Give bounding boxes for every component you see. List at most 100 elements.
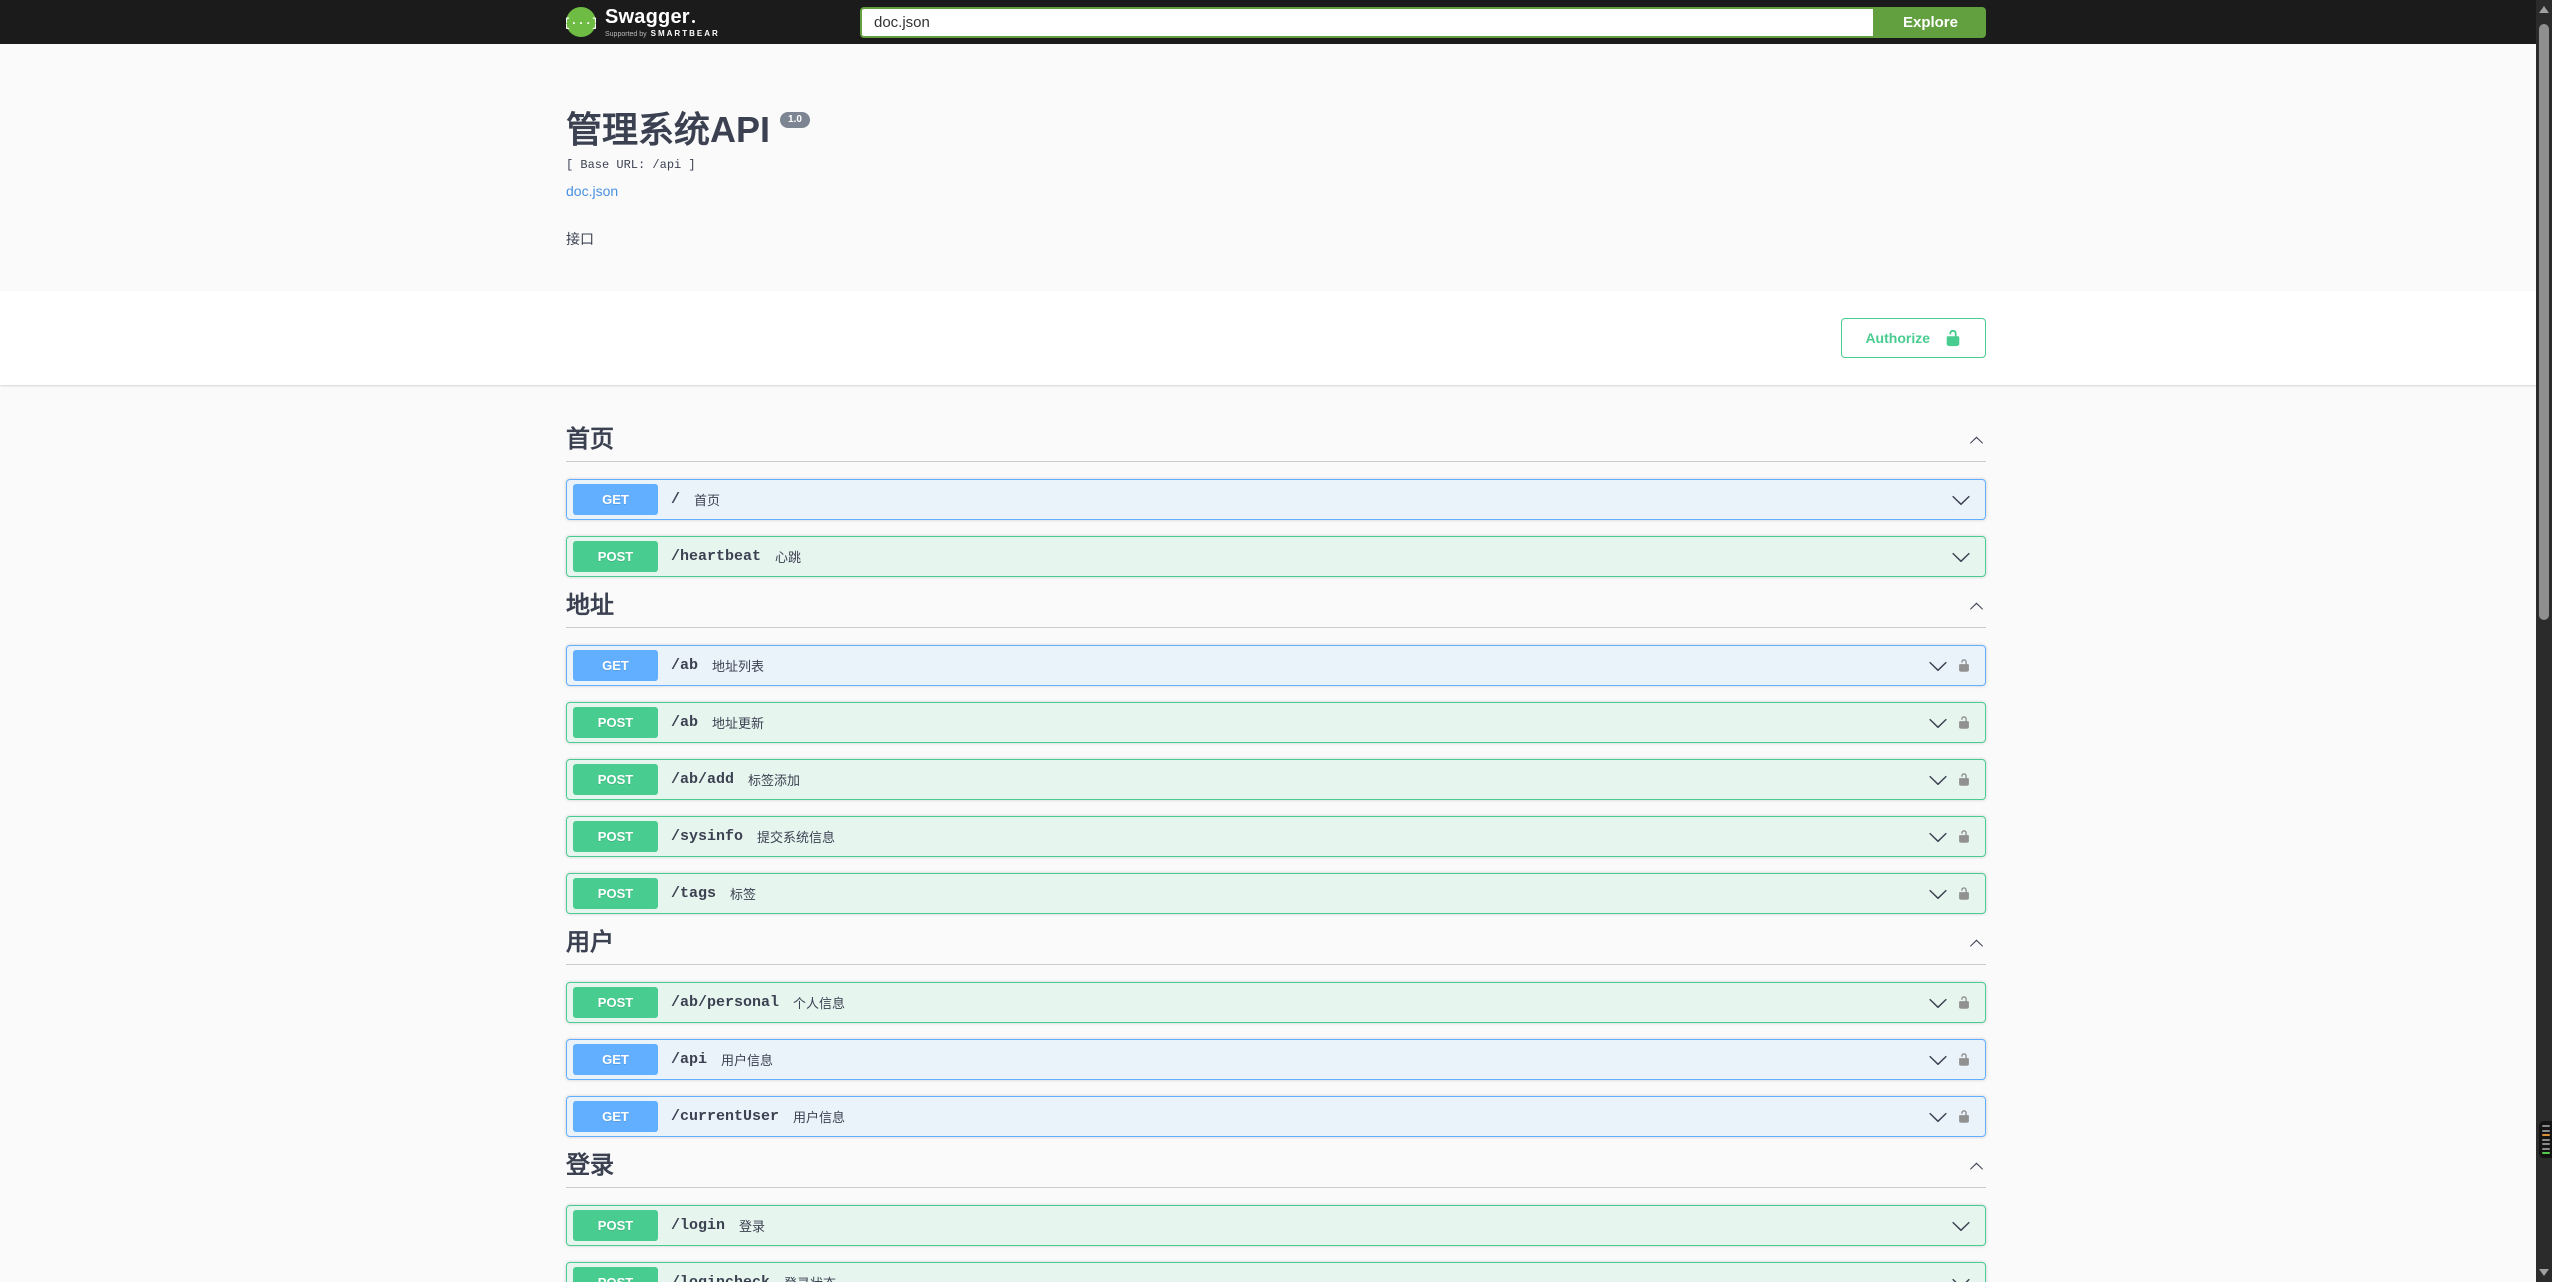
expand-operation-button[interactable] <box>1951 1273 1971 1282</box>
operation-row[interactable]: POST /ab/add 标签添加 <box>566 759 1986 801</box>
chevron-down-icon <box>1929 661 1947 671</box>
op-summary: 地址更新 <box>712 716 765 732</box>
chevron-up-icon <box>1970 602 1983 610</box>
operation-auth-button[interactable] <box>1957 885 1971 902</box>
chevron-down-icon <box>1952 1278 1970 1282</box>
operation-row[interactable]: POST /ab 地址更新 <box>566 702 1986 744</box>
op-path: /tags <box>671 885 717 903</box>
swagger-logo[interactable]: {···} Swagger Supported bySMARTBEAR <box>566 7 720 38</box>
chevron-down-icon <box>1952 495 1970 505</box>
operation-auth-button[interactable] <box>1957 714 1971 731</box>
operation-auth-button[interactable] <box>1957 771 1971 788</box>
section-header[interactable]: 登录 <box>566 1153 1986 1189</box>
method-badge: GET <box>573 484 658 516</box>
collapse-section-button[interactable] <box>1967 431 1986 450</box>
base-url: [ Base URL: /api ] <box>566 158 696 173</box>
section-operations: GET /ab 地址列表 POST /ab 地址更新 POST /ab/add … <box>566 645 1986 915</box>
operation-row[interactable]: GET / 首页 <box>566 479 1986 521</box>
expand-operation-button[interactable] <box>1928 1107 1948 1127</box>
section-operations: GET / 首页 POST /heartbeat 心跳 <box>566 479 1986 578</box>
page-title: 管理系统API 1.0 <box>566 108 1986 151</box>
unlock-icon <box>1959 887 1969 900</box>
expand-operation-button[interactable] <box>1928 656 1948 676</box>
section-header[interactable]: 地址 <box>566 592 1986 629</box>
svg-text:{···}: {···} <box>566 17 596 31</box>
op-path: / <box>671 491 681 509</box>
operation-row[interactable]: POST /logincheck 登录状态 <box>566 1262 1986 1282</box>
logo-title: Swagger <box>605 7 720 27</box>
collapse-section-button[interactable] <box>1967 1157 1986 1176</box>
tag-section: 用户 POST /ab/personal 个人信息 GET /api 用户信息 … <box>566 929 1986 1138</box>
operation-row[interactable]: POST /login 登录 <box>566 1205 1986 1247</box>
op-path: /sysinfo <box>671 828 744 846</box>
explore-button[interactable]: Explore <box>1874 6 1986 38</box>
expand-operation-button[interactable] <box>1951 490 1971 510</box>
doc-json-link[interactable]: doc.json <box>566 183 618 199</box>
operation-row[interactable]: POST /ab/personal 个人信息 <box>566 982 1986 1024</box>
section-header[interactable]: 用户 <box>566 929 1986 966</box>
scheme-container: Authorize <box>0 291 2552 386</box>
op-path: /ab/add <box>671 771 735 789</box>
scroll-down-arrow-icon[interactable] <box>2539 1269 2549 1276</box>
operation-row[interactable]: POST /heartbeat 心跳 <box>566 536 1986 578</box>
op-summary: 个人信息 <box>793 996 846 1012</box>
unlock-icon <box>1959 830 1969 843</box>
expand-operation-button[interactable] <box>1928 827 1948 847</box>
api-description: 接口 <box>566 231 594 248</box>
operation-row[interactable]: GET /api 用户信息 <box>566 1039 1986 1081</box>
authorize-button[interactable]: Authorize <box>1841 318 1986 359</box>
collapse-section-button[interactable] <box>1967 934 1986 953</box>
operation-auth-button[interactable] <box>1957 1108 1971 1125</box>
operation-row[interactable]: POST /sysinfo 提交系统信息 <box>566 816 1986 858</box>
operation-auth-button[interactable] <box>1957 828 1971 845</box>
expand-operation-button[interactable] <box>1928 884 1948 904</box>
section-title: 用户 <box>566 929 614 957</box>
op-path: /login <box>671 1217 726 1235</box>
op-path: /heartbeat <box>671 548 762 566</box>
method-badge: POST <box>573 541 658 573</box>
section-title: 地址 <box>566 592 614 620</box>
op-summary: 登录 <box>739 1219 766 1235</box>
chevron-down-icon <box>1929 832 1947 842</box>
op-path: /currentUser <box>671 1108 780 1126</box>
expand-operation-button[interactable] <box>1928 1050 1948 1070</box>
method-badge: GET <box>573 650 658 682</box>
chevron-up-icon <box>1970 436 1983 444</box>
scrollbar-marker-widget <box>2539 1121 2552 1158</box>
op-summary: 登录状态 <box>784 1273 836 1282</box>
operation-auth-button[interactable] <box>1957 994 1971 1011</box>
expand-operation-button[interactable] <box>1928 713 1948 733</box>
tag-section: 地址 GET /ab 地址列表 POST /ab 地址更新 POST /ab/a… <box>566 592 1986 915</box>
op-summary: 地址列表 <box>712 659 765 675</box>
operation-auth-button[interactable] <box>1957 1051 1971 1068</box>
expand-operation-button[interactable] <box>1928 770 1948 790</box>
op-summary: 提交系统信息 <box>757 830 836 846</box>
operation-row[interactable]: POST /tags 标签 <box>566 873 1986 915</box>
method-badge: POST <box>573 764 658 796</box>
search-input[interactable] <box>860 6 1875 38</box>
method-badge: POST <box>573 878 658 910</box>
op-summary: 用户信息 <box>721 1053 774 1069</box>
browser-scrollbar[interactable] <box>2536 0 2552 1282</box>
chevron-down-icon <box>1929 889 1947 899</box>
scrollbar-thumb[interactable] <box>2539 24 2549 620</box>
operation-auth-button[interactable] <box>1957 657 1971 674</box>
operations: 首页 GET / 首页 POST /heartbeat 心跳 地址 GET /a… <box>546 385 2006 1282</box>
chevron-down-icon <box>1929 1055 1947 1065</box>
scroll-up-arrow-icon[interactable] <box>2539 6 2549 13</box>
logo-subtitle: Supported by SMARTBEAR <box>605 28 720 38</box>
operation-row[interactable]: GET /currentUser 用户信息 <box>566 1096 1986 1138</box>
collapse-section-button[interactable] <box>1967 597 1986 616</box>
op-path: /api <box>671 1051 708 1069</box>
op-summary: 标签 <box>730 887 757 903</box>
expand-operation-button[interactable] <box>1928 993 1948 1013</box>
unlock-icon <box>1959 773 1969 786</box>
op-path: /ab/personal <box>671 994 780 1012</box>
operation-row[interactable]: GET /ab 地址列表 <box>566 645 1986 687</box>
explore-form: Explore <box>860 6 1986 38</box>
method-badge: POST <box>573 1267 658 1282</box>
expand-operation-button[interactable] <box>1951 1216 1971 1236</box>
chevron-down-icon <box>1929 718 1947 728</box>
expand-operation-button[interactable] <box>1951 547 1971 567</box>
section-header[interactable]: 首页 <box>566 427 1986 463</box>
